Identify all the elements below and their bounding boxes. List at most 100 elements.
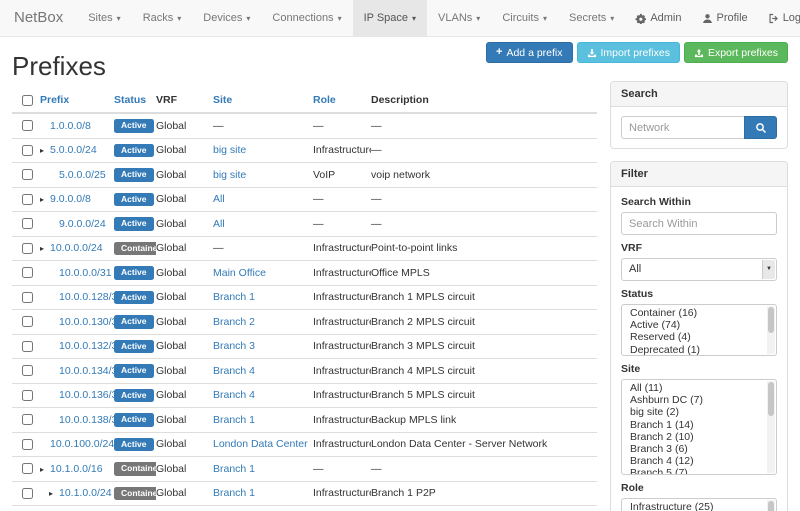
prefix-link[interactable]: 10.0.0.132/31 — [59, 340, 114, 352]
nav-item-devices[interactable]: Devices▾ — [192, 0, 261, 36]
row-checkbox[interactable] — [22, 414, 33, 425]
site-link[interactable]: Branch 1 — [213, 487, 255, 499]
prefix-link[interactable]: 10.0.0.138/31 — [59, 414, 114, 426]
listbox-option[interactable]: Container (16) — [622, 307, 776, 319]
site-link[interactable]: London Data Center — [213, 438, 308, 450]
row-checkbox[interactable] — [22, 169, 33, 180]
listbox-option[interactable]: Branch 3 (6) — [622, 443, 776, 455]
site-link[interactable]: Main Office — [213, 267, 266, 279]
role-cell: — — [313, 506, 371, 511]
role-cell: — — [313, 187, 371, 212]
nav-item-secrets[interactable]: Secrets▾ — [558, 0, 625, 36]
prefix-link[interactable]: 10.0.0.134/31 — [59, 365, 114, 377]
site-link[interactable]: Branch 4 — [213, 389, 255, 401]
site-link[interactable]: Branch 1 — [213, 291, 255, 303]
prefix-link[interactable]: 10.1.0.0/24 — [59, 487, 112, 499]
scrollbar-thumb[interactable] — [768, 382, 774, 416]
nav-item-sites[interactable]: Sites▾ — [77, 0, 131, 36]
prefix-link[interactable]: 5.0.0.0/25 — [59, 169, 106, 181]
vrf-cell: Global — [156, 334, 213, 359]
site-link[interactable]: Branch 2 — [213, 316, 255, 328]
row-checkbox[interactable] — [22, 243, 33, 254]
prefix-link[interactable]: 10.1.0.0/16 — [50, 463, 103, 475]
listbox-option[interactable]: Ashburn DC (7) — [622, 394, 776, 406]
role-cell: Infrastructure — [313, 261, 371, 286]
site-link[interactable]: Branch 4 — [213, 365, 255, 377]
prefix-link[interactable]: 10.0.0.130/31 — [59, 316, 114, 328]
nav-item-connections[interactable]: Connections▾ — [261, 0, 352, 36]
row-checkbox[interactable] — [22, 267, 33, 278]
brand-logo[interactable]: NetBox — [0, 0, 77, 36]
site-link[interactable]: Branch 1 — [213, 463, 255, 475]
row-checkbox[interactable] — [22, 292, 33, 303]
scrollbar[interactable] — [767, 500, 775, 511]
row-checkbox[interactable] — [22, 194, 33, 205]
nav-item-circuits[interactable]: Circuits▾ — [491, 0, 558, 36]
listbox-option[interactable]: Branch 5 (7) — [622, 467, 776, 475]
row-checkbox[interactable] — [22, 463, 33, 474]
prefix-link[interactable]: 5.0.0.0/24 — [50, 144, 97, 156]
site-link[interactable]: All — [213, 218, 225, 230]
utility-profile[interactable]: Profile — [692, 0, 758, 36]
row-checkbox[interactable] — [22, 439, 33, 450]
tree-indent — [40, 275, 49, 276]
nav-item-racks[interactable]: Racks▾ — [132, 0, 193, 36]
utility-log-out[interactable]: Log out — [758, 0, 800, 36]
prefix-link[interactable]: 10.0.0.136/31 — [59, 389, 114, 401]
sort-link-status[interactable]: Status — [114, 94, 146, 106]
listbox-option[interactable]: Reserved (4) — [622, 331, 776, 343]
scrollbar[interactable] — [767, 381, 775, 473]
nav-item-ip-space[interactable]: IP Space▾ — [353, 0, 427, 36]
prefix-link[interactable]: 9.0.0.0/8 — [50, 193, 91, 205]
prefix-link[interactable]: 1.0.0.0/8 — [50, 120, 91, 132]
site-link[interactable]: big site — [213, 169, 246, 181]
filter-label: Search Within — [621, 196, 777, 208]
filter-input-search-within[interactable] — [621, 212, 777, 235]
row-checkbox[interactable] — [22, 390, 33, 401]
site-link[interactable]: Branch 1 — [213, 414, 255, 426]
select-all-checkbox[interactable] — [22, 95, 33, 106]
listbox-option[interactable]: Deprecated (1) — [622, 344, 776, 356]
row-checkbox[interactable] — [22, 145, 33, 156]
export-prefixes-button[interactable]: Export prefixes — [684, 42, 788, 63]
sort-link-role[interactable]: Role — [313, 94, 336, 106]
prefix-link[interactable]: 9.0.0.0/24 — [59, 218, 106, 230]
listbox-option[interactable]: Infrastructure (25) — [622, 501, 776, 511]
filter-listbox-site: All (11)Ashburn DC (7)big site (2)Branch… — [621, 379, 777, 475]
scrollbar-thumb[interactable] — [768, 501, 774, 511]
column-header-site: Site — [213, 90, 313, 113]
action-buttons: + Add a prefix Import prefixes Export pr… — [486, 42, 788, 63]
search-button[interactable] — [744, 116, 777, 139]
site-link[interactable]: All — [213, 193, 225, 205]
site-link[interactable]: Branch 3 — [213, 340, 255, 352]
row-checkbox[interactable] — [22, 218, 33, 229]
filter-select-vrf[interactable]: All▼ — [621, 258, 777, 281]
site-link[interactable]: big site — [213, 144, 246, 156]
listbox-option[interactable]: big site (2) — [622, 406, 776, 418]
utility-label: Admin — [650, 12, 681, 24]
listbox-option[interactable]: Active (74) — [622, 319, 776, 331]
description-cell: — — [371, 457, 597, 482]
prefix-link[interactable]: 10.0.0.128/31 — [59, 291, 114, 303]
listbox-option[interactable]: Branch 1 (14) — [622, 419, 776, 431]
prefix-link[interactable]: 10.0.0.0/31 — [59, 267, 112, 279]
row-checkbox[interactable] — [22, 488, 33, 499]
prefix-link[interactable]: 10.0.100.0/24 — [50, 438, 114, 450]
listbox-option[interactable]: Branch 4 (12) — [622, 455, 776, 467]
prefix-link[interactable]: 10.0.0.0/24 — [50, 242, 103, 254]
row-checkbox[interactable] — [22, 341, 33, 352]
sort-link-prefix[interactable]: Prefix — [40, 94, 69, 106]
row-checkbox[interactable] — [22, 316, 33, 327]
scrollbar-thumb[interactable] — [768, 307, 774, 333]
nav-item-vlans[interactable]: VLANs▾ — [427, 0, 491, 36]
add-prefix-button[interactable]: + Add a prefix — [486, 42, 572, 63]
row-checkbox[interactable] — [22, 120, 33, 131]
row-checkbox[interactable] — [22, 365, 33, 376]
utility-admin[interactable]: Admin — [625, 0, 691, 36]
listbox-option[interactable]: All (11) — [622, 382, 776, 394]
scrollbar[interactable] — [767, 306, 775, 354]
search-input[interactable] — [621, 116, 744, 139]
listbox-option[interactable]: Branch 2 (10) — [622, 431, 776, 443]
import-prefixes-button[interactable]: Import prefixes — [577, 42, 680, 63]
sort-link-site[interactable]: Site — [213, 94, 232, 106]
